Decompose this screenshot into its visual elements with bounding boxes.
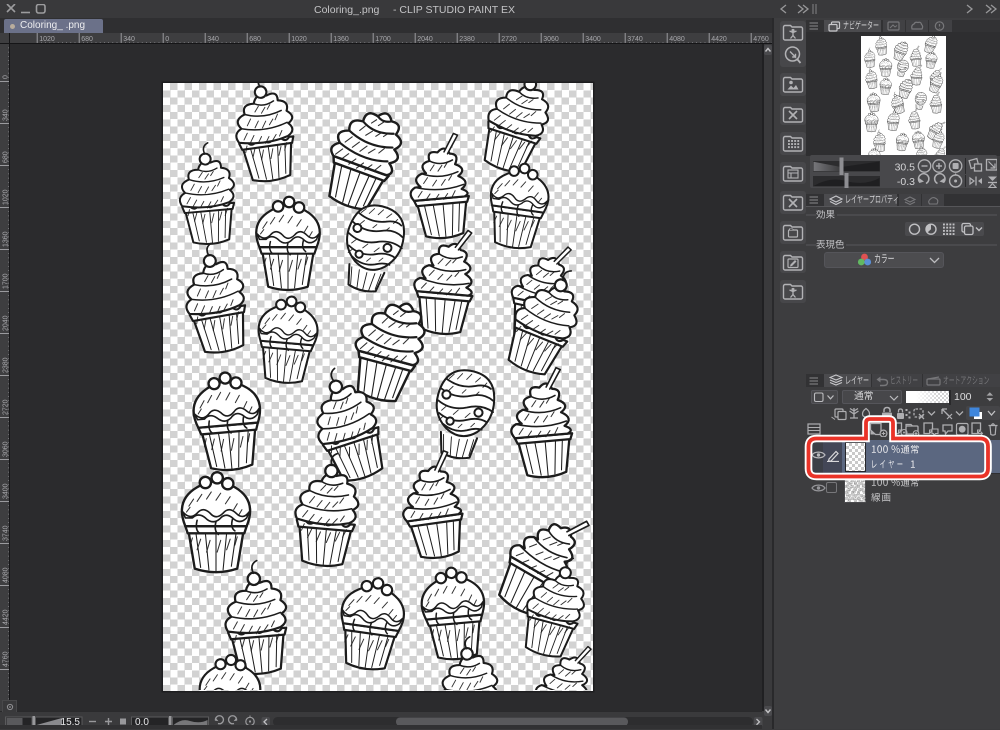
svg-text:1020: 1020 (291, 36, 307, 43)
svg-text:0: 0 (3, 75, 10, 79)
svg-text:340: 340 (207, 36, 219, 43)
svg-text:1700: 1700 (375, 36, 391, 43)
svg-text:2040: 2040 (417, 36, 433, 43)
svg-text:4420: 4420 (711, 36, 727, 43)
svg-text:4080: 4080 (3, 567, 10, 583)
svg-text:2040: 2040 (3, 315, 10, 331)
svg-text:1700: 1700 (3, 273, 10, 289)
svg-text:3740: 3740 (3, 525, 10, 541)
svg-text:1360: 1360 (3, 231, 10, 247)
svg-text:340: 340 (123, 36, 135, 43)
svg-text:2720: 2720 (501, 36, 517, 43)
svg-text:30.5: 30.5 (895, 162, 916, 174)
svg-text:0: 0 (165, 36, 169, 43)
svg-text:1360: 1360 (333, 36, 349, 43)
svg-text:2380: 2380 (459, 36, 475, 43)
svg-text:680: 680 (3, 151, 10, 163)
svg-text:340: 340 (3, 109, 10, 121)
svg-text:680: 680 (249, 36, 261, 43)
svg-text:1020: 1020 (3, 189, 10, 205)
svg-text:-0.3: -0.3 (897, 176, 915, 188)
svg-text:3060: 3060 (543, 36, 559, 43)
svg-text:4760: 4760 (3, 651, 10, 667)
svg-text:4080: 4080 (669, 36, 685, 43)
svg-text:3060: 3060 (3, 441, 10, 457)
svg-text:2380: 2380 (3, 357, 10, 373)
svg-text:680: 680 (81, 36, 93, 43)
svg-text:4760: 4760 (753, 36, 769, 43)
svg-text:4420: 4420 (3, 609, 10, 625)
svg-text:3400: 3400 (585, 36, 601, 43)
svg-text:3400: 3400 (3, 483, 10, 499)
svg-text:3740: 3740 (627, 36, 643, 43)
svg-text:2720: 2720 (3, 399, 10, 415)
svg-text:1020: 1020 (39, 36, 55, 43)
